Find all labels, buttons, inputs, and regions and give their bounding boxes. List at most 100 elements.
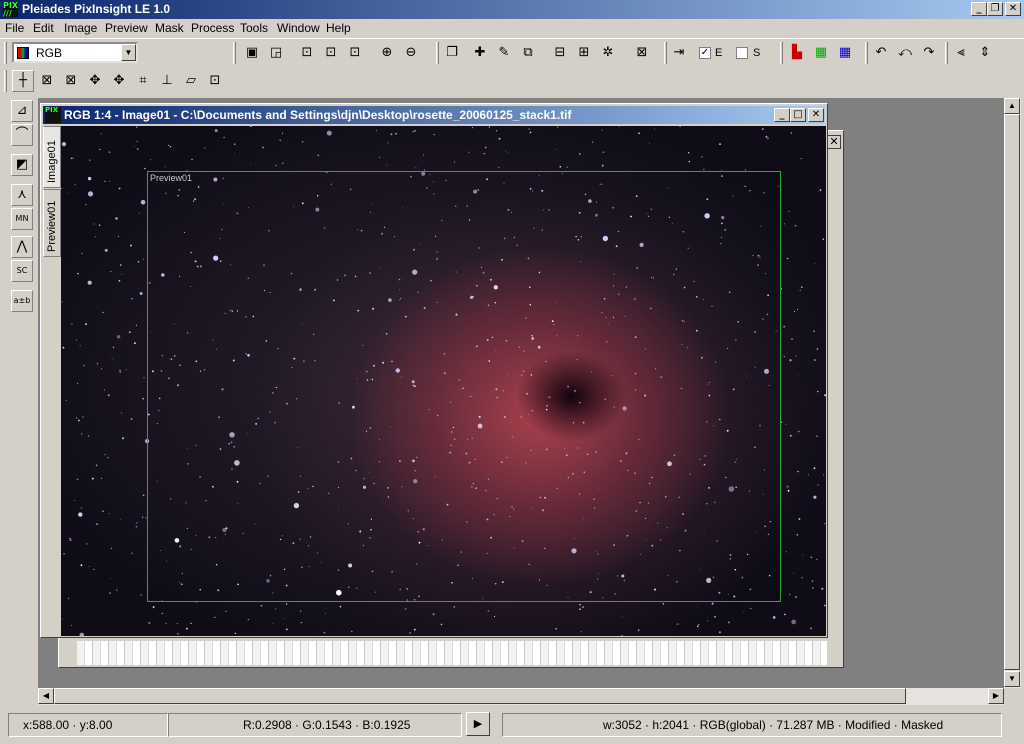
menu-preview[interactable]: Preview	[105, 21, 148, 35]
zoom-1-4-icon[interactable]: ⊡	[344, 42, 366, 64]
vertical-scroll-thumb[interactable]	[1004, 114, 1020, 670]
toolbar-grip[interactable]	[4, 42, 7, 64]
preview-rectangle[interactable]: Preview01	[147, 171, 781, 602]
scroll-down-icon[interactable]: ▼	[1004, 671, 1020, 687]
background-image-strip	[77, 641, 827, 665]
image-window[interactable]: PIX RGB 1:4 - Image01 - C:\Documents and…	[40, 103, 828, 638]
close-button[interactable]: ✕	[1005, 2, 1021, 16]
image-canvas[interactable]: Preview01	[61, 126, 826, 636]
status-rgb: R:0.2908 · G:0.1543 · B:0.1925	[168, 713, 462, 737]
image-window-title: RGB 1:4 - Image01 - C:\Documents and Set…	[64, 108, 572, 122]
colorspace-select[interactable]: RGB ▼	[12, 42, 138, 63]
close-icon[interactable]: ✕	[827, 135, 841, 149]
duplicate-icon[interactable]: ⧉	[517, 42, 539, 64]
rgb-swatch-icon	[17, 47, 29, 59]
select-preview-icon[interactable]: ⊡	[204, 70, 226, 92]
toolbar-grip[interactable]	[865, 42, 868, 64]
scroll-right-icon[interactable]: ▶	[988, 688, 1004, 704]
rgb-channels-icon[interactable]: ▦	[834, 42, 856, 64]
enable-mask-checkbox[interactable]: ✓	[699, 47, 711, 59]
scnr-icon[interactable]: SC	[11, 260, 33, 282]
gradient-icon[interactable]: ◩	[11, 154, 33, 176]
status-image-info: w:3052 · h:2041 · RGB(global) · 71.287 M…	[502, 713, 1002, 737]
zoom-fit-icon[interactable]: ▣	[241, 42, 263, 64]
minmax-icon[interactable]: MN	[11, 208, 33, 230]
chevron-down-icon[interactable]: ▼	[121, 44, 136, 61]
settings-icon[interactable]: ✲	[597, 42, 619, 64]
edit-image-icon[interactable]: ✎	[493, 42, 515, 64]
copy-icon[interactable]: ❐	[441, 42, 463, 64]
scroll-left-icon[interactable]: ◀	[38, 688, 54, 704]
reset-icon[interactable]: ⊠	[631, 42, 653, 64]
preview-label: Preview01	[150, 173, 193, 183]
histogram-icon[interactable]: ▙	[786, 42, 808, 64]
minimize-button[interactable]: _	[774, 108, 790, 122]
new-image-icon[interactable]: ✚	[469, 42, 491, 64]
noise-reduction-icon[interactable]: ⋀	[11, 236, 33, 258]
image-window-titlebar[interactable]: PIX RGB 1:4 - Image01 - C:\Documents and…	[43, 106, 825, 124]
colorspace-value: RGB	[36, 46, 63, 60]
curves-icon[interactable]: ⌒	[11, 124, 33, 146]
vertical-scrollbar[interactable]: ▲ ▼	[1004, 98, 1021, 688]
add-preview-icon[interactable]: ⊞	[573, 42, 595, 64]
restore-button[interactable]: ❐	[987, 2, 1003, 16]
pan-mode-icon[interactable]: ⊠	[60, 70, 82, 92]
view-tabs: Image01 Preview01	[43, 126, 61, 636]
zoom-1-1-icon[interactable]: ⊡	[296, 42, 318, 64]
enable-mask-label: E	[715, 47, 723, 59]
pixinsight-logo-icon: PIX	[45, 107, 61, 123]
crop-icon[interactable]: ⌗	[132, 70, 154, 92]
toolbar-grip[interactable]	[4, 70, 7, 92]
horizontal-scrollbar[interactable]: ◀ ▶	[38, 688, 1004, 705]
show-mask-checkbox[interactable]	[736, 47, 748, 59]
toolbar-grip[interactable]	[233, 42, 236, 64]
app-titlebar: PIX/// Pleiades PixInsight LE 1.0 _ ❐ ✕	[0, 0, 1024, 19]
app-title: Pleiades PixInsight LE 1.0	[22, 2, 171, 16]
menu-edit[interactable]: Edit	[33, 21, 54, 35]
zoom-1-2-icon[interactable]: ⊡	[320, 42, 342, 64]
new-preview-icon[interactable]: ⊥	[156, 70, 178, 92]
menu-window[interactable]: Window	[277, 21, 320, 35]
document-icon[interactable]: ▱	[180, 70, 202, 92]
zoom-to-window-icon[interactable]: ◲	[265, 42, 287, 64]
horizontal-scroll-thumb[interactable]	[54, 688, 906, 704]
toolbar-grip[interactable]	[945, 42, 948, 64]
readout-mode-icon[interactable]: ┼	[12, 70, 34, 92]
process-toolbar: ⊿ ⌒ ◩ ⋏ MN ⋀ SC a±b	[0, 98, 38, 708]
menu-image[interactable]: Image	[64, 21, 97, 35]
tab-preview01[interactable]: Preview01	[43, 189, 61, 257]
mirror-horizontal-icon[interactable]: ⫷	[950, 42, 972, 64]
pixinsight-logo-icon: PIX///	[3, 2, 18, 17]
zoom-out-icon[interactable]: ⊖	[400, 42, 422, 64]
show-mask-label: S	[753, 47, 761, 59]
menu-help[interactable]: Help	[326, 21, 351, 35]
toolbar-grip[interactable]	[664, 42, 667, 64]
toolbar-grip[interactable]	[436, 42, 439, 64]
menu-process[interactable]: Process	[191, 21, 234, 35]
scroll-up-icon[interactable]: ▲	[1004, 98, 1020, 114]
move-icon[interactable]: ✥	[84, 70, 106, 92]
zoom-mode-icon[interactable]: ⊠	[36, 70, 58, 92]
menu-file[interactable]: File	[5, 21, 24, 35]
toolbar-grip[interactable]	[780, 42, 783, 64]
undo-all-icon[interactable]: ⤺	[894, 42, 916, 64]
center-icon[interactable]: ✥	[108, 70, 130, 92]
status-bar: x:588.00 · y:8.00 R:0.2908 · G:0.1543 · …	[0, 708, 1024, 744]
close-button[interactable]: ✕	[808, 108, 824, 122]
undo-icon[interactable]: ↶	[870, 42, 892, 64]
menu-tools[interactable]: Tools	[240, 21, 268, 35]
play-icon[interactable]: ▶	[466, 712, 490, 736]
mask-icon[interactable]: ⇥	[668, 42, 690, 64]
menu-mask[interactable]: Mask	[155, 21, 184, 35]
mirror-vertical-icon[interactable]: ⇕	[974, 42, 996, 64]
redo-icon[interactable]: ↷	[918, 42, 940, 64]
tab-image01[interactable]: Image01	[43, 126, 61, 188]
channels-icon[interactable]: ▦	[810, 42, 832, 64]
zoom-in-icon[interactable]: ⊕	[376, 42, 398, 64]
sharpen-icon[interactable]: ⋏	[11, 184, 33, 206]
pixelmath-icon[interactable]: a±b	[11, 290, 33, 312]
histogram-transform-icon[interactable]: ⊿	[11, 100, 33, 122]
minimize-button[interactable]: _	[971, 2, 987, 16]
crop-preview-icon[interactable]: ⊟	[549, 42, 571, 64]
maximize-button[interactable]: □	[790, 108, 806, 122]
